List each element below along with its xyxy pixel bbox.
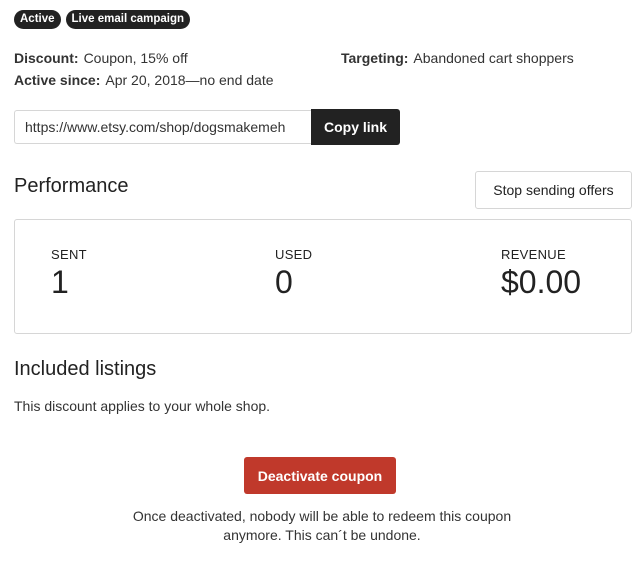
stat-used-label: USED [275,247,313,262]
stat-sent: SENT 1 [51,247,87,301]
status-badge-active: Active [14,10,61,29]
stat-sent-label: SENT [51,247,87,262]
targeting-label: Targeting: [341,50,409,66]
share-link-row: Copy link [14,109,401,145]
stat-used-value: 0 [275,264,293,300]
stat-sent-value: 1 [51,264,69,300]
discount-label: Discount: [14,50,79,66]
targeting-value: Abandoned cart shoppers [413,50,574,66]
included-listings-heading: Included listings [14,358,157,380]
active-since-label: Active since: [14,72,101,88]
stat-revenue-value: $0.00 [501,264,582,300]
discount-detail: Discount: Coupon, 15% off [14,47,188,69]
stat-used: USED 0 [275,247,312,301]
discount-value: Coupon, 15% off [83,50,188,66]
active-since-value: Apr 20, 2018—no end date [105,72,274,88]
campaign-type-badge: Live email campaign [65,10,191,29]
included-listings-description: This discount applies to your whole shop… [14,398,271,414]
performance-stats-card: SENT 1 USED 0 REVENUE $0.00 [14,219,632,334]
performance-heading: Performance [14,175,129,197]
active-since-detail: Active since: Apr 20, 2018—no end date [14,69,274,91]
copy-link-button[interactable]: Copy link [311,109,401,145]
deactivate-coupon-button[interactable]: Deactivate coupon [244,457,396,494]
targeting-detail: Targeting: Abandoned cart shoppers [341,47,574,69]
stop-sending-offers-button[interactable]: Stop sending offers [475,171,632,209]
status-badges: Active Live email campaign [14,10,191,29]
deactivate-warning: Once deactivated, nobody will be able to… [132,508,512,543]
stat-revenue: REVENUE $0.00 [501,247,581,301]
stat-revenue-label: REVENUE [501,247,566,262]
shop-link-input[interactable] [14,110,311,144]
